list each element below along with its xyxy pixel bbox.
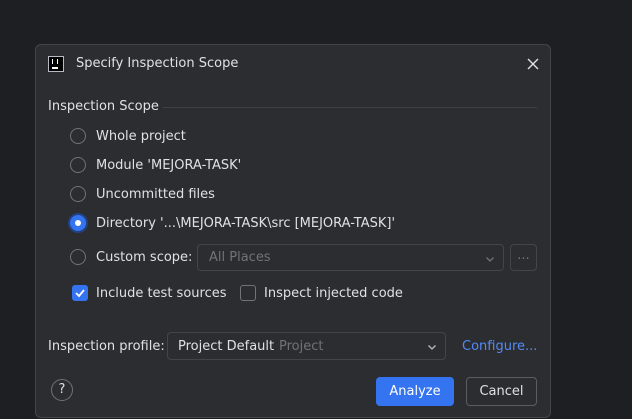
help-icon[interactable]: ? bbox=[51, 379, 73, 401]
radio-button-selected[interactable] bbox=[70, 215, 86, 231]
custom-scope-value: All Places bbox=[209, 250, 271, 265]
profile-value: Project Default bbox=[178, 339, 275, 354]
dialog-title: Specify Inspection Scope bbox=[76, 56, 239, 71]
scope-option-uncommitted-files[interactable]: Uncommitted files bbox=[70, 184, 215, 204]
intellij-app-icon bbox=[48, 56, 64, 72]
radio-button[interactable] bbox=[70, 128, 86, 144]
inspection-scope-dialog: Specify Inspection Scope Inspection Scop… bbox=[35, 44, 551, 418]
inspection-profile-dropdown[interactable]: Project Default Project bbox=[167, 332, 446, 360]
scope-option-label: Custom scope: bbox=[96, 249, 193, 265]
inspect-injected-code-option[interactable]: Inspect injected code bbox=[240, 283, 403, 303]
configure-link[interactable]: Configure... bbox=[462, 339, 537, 354]
chevron-down-icon bbox=[427, 341, 437, 351]
scope-option-label: Uncommitted files bbox=[96, 186, 215, 202]
chevron-down-icon bbox=[485, 253, 495, 263]
include-test-sources-option[interactable]: Include test sources bbox=[72, 283, 227, 303]
scope-option-label: Module 'MEJORA-TASK' bbox=[96, 157, 242, 173]
radio-button[interactable] bbox=[70, 157, 86, 173]
include-test-sources-checkbox[interactable] bbox=[72, 285, 88, 301]
section-label-inspection-scope: Inspection Scope bbox=[48, 99, 159, 114]
scope-option-label: Whole project bbox=[96, 128, 186, 144]
profile-value-hint: Project bbox=[279, 339, 324, 354]
radio-button[interactable] bbox=[70, 186, 86, 202]
inspect-injected-code-checkbox[interactable] bbox=[240, 285, 256, 301]
scope-option-whole-project[interactable]: Whole project bbox=[70, 126, 186, 146]
close-icon[interactable] bbox=[526, 57, 540, 71]
scope-option-custom-scope[interactable]: Custom scope: bbox=[70, 247, 192, 267]
custom-scope-browse-button[interactable]: ... bbox=[510, 244, 537, 271]
section-divider bbox=[163, 107, 537, 108]
title-bar: Specify Inspection Scope bbox=[36, 45, 550, 83]
inspection-profile-label: Inspection profile: bbox=[48, 339, 165, 354]
custom-scope-dropdown[interactable]: All Places bbox=[197, 244, 504, 271]
analyze-button[interactable]: Analyze bbox=[376, 377, 454, 406]
inspect-injected-code-label: Inspect injected code bbox=[264, 285, 403, 301]
cancel-button[interactable]: Cancel bbox=[466, 377, 537, 406]
scope-option-module[interactable]: Module 'MEJORA-TASK' bbox=[70, 155, 241, 175]
scope-option-directory[interactable]: Directory '...\MEJORA-TASK\src [MEJORA-T… bbox=[70, 213, 395, 233]
radio-button[interactable] bbox=[70, 249, 86, 265]
scope-option-label: Directory '...\MEJORA-TASK\src [MEJORA-T… bbox=[96, 215, 396, 231]
include-test-sources-label: Include test sources bbox=[96, 285, 227, 301]
